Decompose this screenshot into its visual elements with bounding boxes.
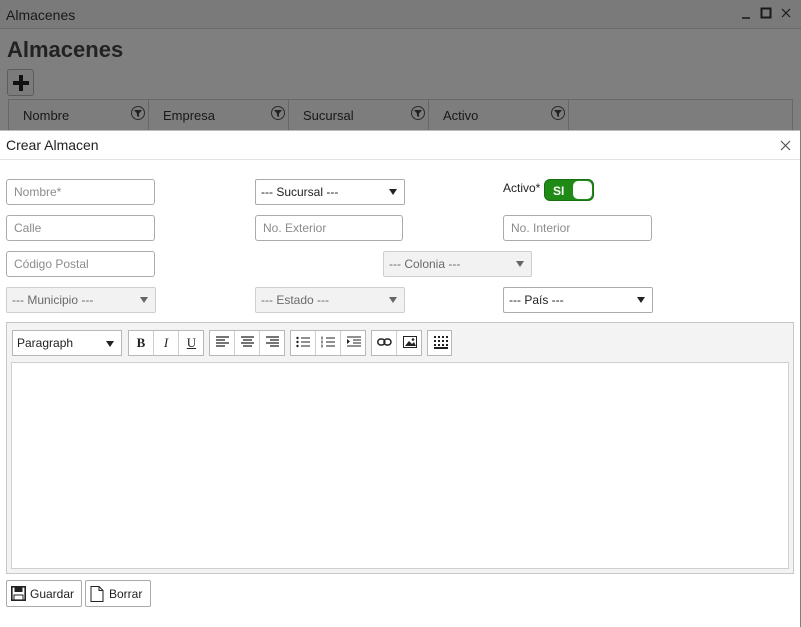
toggle-label: SI [553, 184, 565, 198]
activo-label: Activo* [503, 181, 541, 195]
underline-button[interactable]: U [179, 331, 204, 355]
estado-value: --- Estado --- [261, 293, 330, 307]
editor-content-area[interactable] [11, 362, 789, 569]
insert-group [371, 330, 422, 356]
toggle-knob [573, 181, 592, 199]
sucursal-select[interactable]: --- Sucursal --- [255, 179, 405, 205]
clear-button[interactable]: Borrar [85, 580, 151, 607]
interior-placeholder: No. Interior [511, 221, 571, 235]
create-dialog: Crear Almacen Nombre* --- Sucursal --- A… [0, 130, 800, 627]
chevron-down-icon [106, 341, 114, 347]
exterior-placeholder: No. Exterior [263, 221, 327, 235]
chevron-down-icon [637, 297, 645, 303]
dialog-title: Crear Almacen [6, 137, 99, 153]
bullet-list-icon[interactable] [291, 331, 316, 355]
municipio-value: --- Municipio --- [12, 293, 94, 307]
bold-button[interactable]: B [129, 331, 154, 355]
dialog-close-icon[interactable] [780, 136, 791, 154]
format-value: Paragraph [17, 336, 74, 350]
list-group [290, 330, 366, 356]
align-left-icon[interactable] [210, 331, 235, 355]
calle-placeholder: Calle [14, 221, 42, 235]
save-label: Guardar [30, 587, 75, 601]
numbered-list-icon[interactable] [316, 331, 341, 355]
pais-value: --- País --- [509, 293, 564, 307]
colonia-select[interactable]: --- Colonia --- [383, 251, 532, 277]
dialog-header: Crear Almacen [0, 131, 800, 160]
align-group [209, 330, 285, 356]
link-icon[interactable] [372, 331, 397, 355]
chevron-down-icon [389, 297, 397, 303]
municipio-select[interactable]: --- Municipio --- [6, 287, 156, 313]
calle-field[interactable]: Calle [6, 215, 155, 241]
estado-select[interactable]: --- Estado --- [255, 287, 405, 313]
text-style-group: B I U [128, 330, 204, 356]
table-group [427, 330, 452, 356]
indent-icon[interactable] [341, 331, 366, 355]
nombre-placeholder: Nombre* [14, 185, 62, 199]
cp-placeholder: Código Postal [14, 257, 89, 271]
align-right-icon[interactable] [260, 331, 285, 355]
colonia-value: --- Colonia --- [389, 257, 461, 271]
document-icon [90, 586, 104, 602]
codigo-postal-field[interactable]: Código Postal [6, 251, 155, 277]
save-button[interactable]: Guardar [6, 580, 82, 607]
chevron-down-icon [140, 297, 148, 303]
save-icon [11, 586, 26, 601]
chevron-down-icon [389, 189, 397, 195]
clear-label: Borrar [109, 587, 143, 601]
table-icon[interactable] [428, 331, 453, 355]
rich-text-editor: Paragraph B I U [6, 322, 794, 574]
interior-field[interactable]: No. Interior [503, 215, 652, 241]
format-select[interactable]: Paragraph [12, 330, 122, 356]
nombre-field[interactable]: Nombre* [6, 179, 155, 205]
exterior-field[interactable]: No. Exterior [255, 215, 403, 241]
chevron-down-icon [516, 261, 524, 267]
pais-select[interactable]: --- País --- [503, 287, 653, 313]
italic-button[interactable]: I [154, 331, 179, 355]
align-center-icon[interactable] [235, 331, 260, 355]
activo-toggle[interactable]: SI [544, 179, 594, 201]
image-icon[interactable] [397, 331, 422, 355]
sucursal-value: --- Sucursal --- [261, 185, 339, 199]
